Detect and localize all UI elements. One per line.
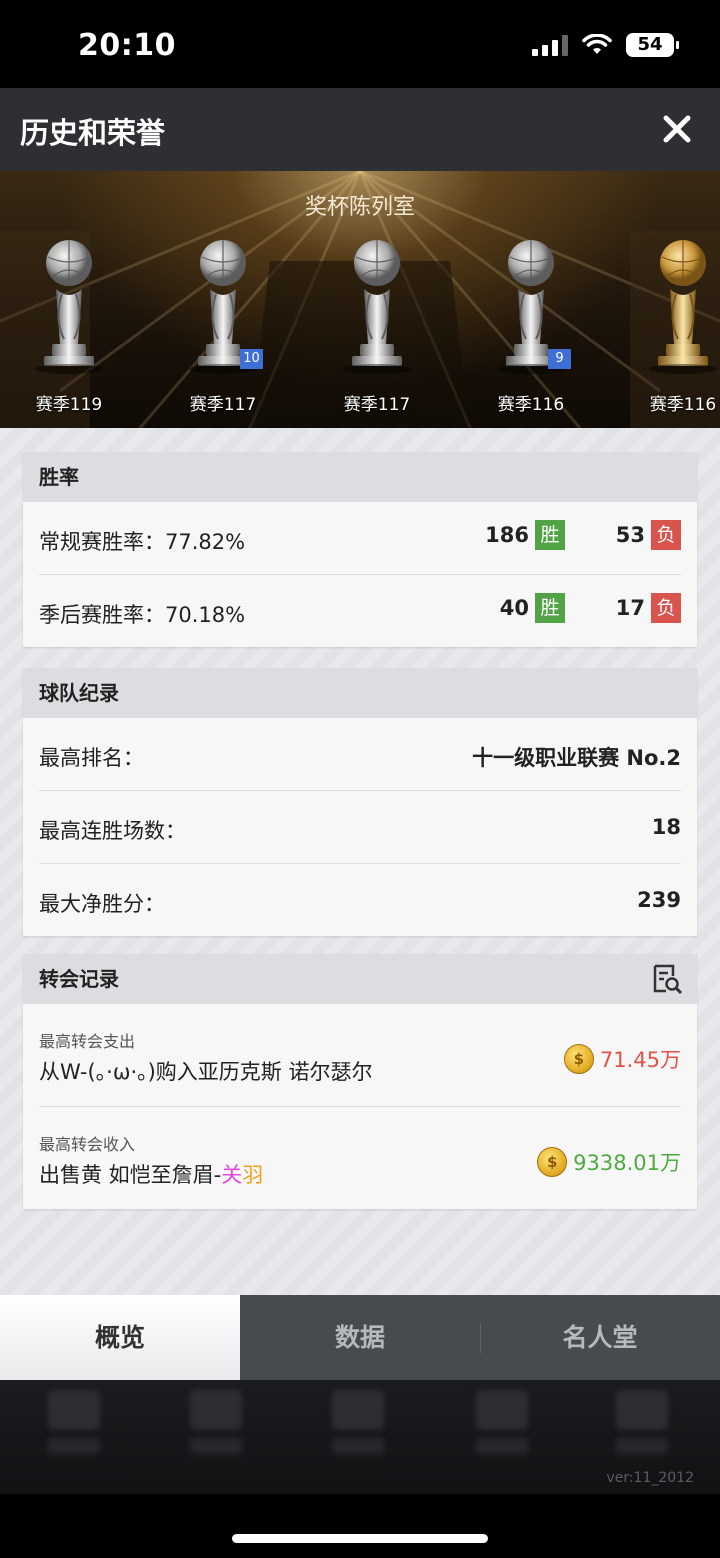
- trophy-count-badge: 10: [240, 349, 263, 369]
- losses-group: 53 负: [616, 520, 681, 550]
- trophy-icon: [476, 239, 586, 393]
- wins-count: 40: [499, 596, 529, 620]
- background-navigation: ver:11_2012: [0, 1380, 720, 1494]
- home-bar: [0, 1494, 720, 1558]
- losses-count: 53: [615, 523, 645, 547]
- trophy-season-label: 赛季116: [497, 395, 565, 415]
- highlighted-name-part: 羽: [242, 1163, 264, 1187]
- record-label: 最高连胜场数：: [39, 819, 186, 843]
- record-value: 十一级职业联赛 No.2: [472, 746, 681, 770]
- trophy-item[interactable]: 9 赛季116: [476, 239, 586, 428]
- tab-2[interactable]: 名人堂: [480, 1295, 720, 1380]
- highlighted-name-part: 关: [221, 1163, 243, 1187]
- losses-group: 17 负: [616, 593, 681, 623]
- win-rate-label: 常规赛胜率：77.82%: [39, 530, 246, 554]
- team-record-row: 最高连胜场数： 18: [39, 791, 681, 864]
- record-value: 18: [651, 815, 681, 839]
- transfer-caption: 最高转会支出: [39, 1032, 136, 1051]
- team-record-panel: 球队纪录 最高排名： 十一级职业联赛 No.2 最高连胜场数： 18 最大净胜分： 239: [23, 668, 697, 936]
- record-label: 最高排名：: [39, 746, 144, 770]
- wins-count: 186: [485, 523, 529, 547]
- transfer-caption: 最高转会收入: [39, 1135, 136, 1154]
- win-tag: 胜: [535, 520, 565, 550]
- trophy-room-banner: 奖杯陈列室 赛季119 10 赛季117 赛季117 9 赛季116 赛季116: [0, 171, 720, 428]
- win-tag: 胜: [535, 593, 565, 623]
- tab-1[interactable]: 数据: [240, 1295, 480, 1380]
- record-label: 最大净胜分：: [39, 892, 165, 916]
- loss-tag: 负: [651, 520, 681, 550]
- search-document-icon[interactable]: [651, 963, 683, 995]
- tab-bar: 概览 数据 名人堂: [0, 1295, 720, 1380]
- win-rate-row: 常规赛胜率：77.82% 186 胜 53 负: [39, 502, 681, 575]
- win-rate-heading: 胜率: [23, 452, 697, 502]
- blurred-nav-label: [48, 1438, 100, 1454]
- team-record-row: 最高排名： 十一级职业联赛 No.2: [39, 718, 681, 791]
- battery-icon: 54: [626, 33, 679, 57]
- tab-0[interactable]: 概览: [0, 1295, 240, 1380]
- transfer-row[interactable]: 最高转会支出从W-(。·ω·。)购入亚历克斯 诺尔瑟尔 71.45万: [39, 1004, 681, 1107]
- trophy-season-label: 赛季117: [343, 395, 411, 415]
- transfer-record-header: 转会记录: [23, 954, 697, 1004]
- tab-divider: [480, 1323, 481, 1353]
- transfer-description-text: 出售黄 如恺至詹眉-: [39, 1163, 222, 1187]
- trophy-item[interactable]: 10 赛季117: [168, 239, 278, 428]
- blurred-nav-icon: [476, 1390, 528, 1430]
- home-indicator[interactable]: [232, 1534, 488, 1543]
- trophy-item[interactable]: 赛季119: [14, 239, 124, 428]
- trophy-season-label: 赛季117: [189, 395, 257, 415]
- page-title: 历史和荣誉: [20, 116, 166, 150]
- status-bar: 20:10 54: [0, 0, 720, 88]
- wins-group: 40 胜: [500, 593, 565, 623]
- transfer-record-heading: 转会记录: [39, 967, 119, 991]
- wifi-icon: [582, 34, 612, 54]
- close-button[interactable]: [660, 112, 694, 146]
- team-record-row: 最大净胜分： 239: [39, 864, 681, 936]
- trophy-room-title: 奖杯陈列室: [304, 195, 415, 220]
- blurred-nav-label: [332, 1438, 384, 1454]
- trophy-count-badge: 9: [548, 349, 571, 369]
- status-time: 20:10: [78, 28, 176, 63]
- transfer-amount: 9338.01万: [537, 1147, 681, 1177]
- trophy-season-label: 赛季119: [35, 395, 103, 415]
- win-rate-row: 季后赛胜率：70.18% 40 胜 17 负: [39, 575, 681, 647]
- status-icons: 54: [532, 33, 679, 57]
- trophy-season-label: 赛季116: [649, 395, 717, 415]
- trophy-icon: [14, 239, 124, 393]
- win-rate-label: 季后赛胜率：70.18%: [39, 603, 246, 627]
- transfer-description-text: 从W-(。·ω·。)购入亚历克斯 诺尔瑟尔: [39, 1060, 373, 1084]
- coin-icon: [563, 1044, 594, 1074]
- trophy-item[interactable]: 赛季117: [322, 239, 432, 428]
- transfer-description: 出售黄 如恺至詹眉-关羽: [39, 1159, 263, 1189]
- blurred-nav-label: [476, 1438, 528, 1454]
- coin-icon: [537, 1147, 568, 1177]
- blurred-nav-icon: [190, 1390, 242, 1430]
- loss-tag: 负: [651, 593, 681, 623]
- cellular-signal-icon: [532, 34, 568, 56]
- transfer-amount-value: 71.45万: [599, 1048, 681, 1072]
- trophy-icon: [628, 239, 720, 393]
- title-bar: 历史和荣誉: [0, 88, 720, 171]
- main-content: 胜率 常规赛胜率：77.82% 186 胜 53 负季后赛胜率：70.18% 40 胜 17 负…: [0, 428, 720, 1295]
- team-record-heading: 球队纪录: [23, 668, 697, 718]
- blurred-nav-label: [616, 1438, 668, 1454]
- blurred-nav-icon: [48, 1390, 100, 1430]
- trophy-icon: [168, 239, 278, 393]
- blurred-nav-icon: [616, 1390, 668, 1430]
- transfer-description: 从W-(。·ω·。)购入亚历克斯 诺尔瑟尔: [39, 1056, 373, 1086]
- wins-group: 186 胜: [485, 520, 565, 550]
- transfer-amount: 71.45万: [563, 1044, 681, 1074]
- transfer-row[interactable]: 最高转会收入出售黄 如恺至詹眉-关羽 9338.01万: [39, 1107, 681, 1209]
- version-text: ver:11_2012: [606, 1470, 694, 1486]
- blurred-nav-label: [190, 1438, 242, 1454]
- blurred-nav-icon: [332, 1390, 384, 1430]
- transfer-record-panel: 转会记录 最高转会支出从W-(。·ω·。)购入亚历克斯 诺尔瑟尔71.45万最高…: [23, 954, 697, 1209]
- losses-count: 17: [615, 596, 645, 620]
- transfer-amount-value: 9338.01万: [573, 1151, 681, 1175]
- record-value: 239: [637, 888, 681, 912]
- trophy-item[interactable]: 赛季116: [628, 239, 720, 428]
- trophy-icon: [322, 239, 432, 393]
- win-rate-panel: 胜率 常规赛胜率：77.82% 186 胜 53 负季后赛胜率：70.18% 40 胜 17 负: [23, 452, 697, 647]
